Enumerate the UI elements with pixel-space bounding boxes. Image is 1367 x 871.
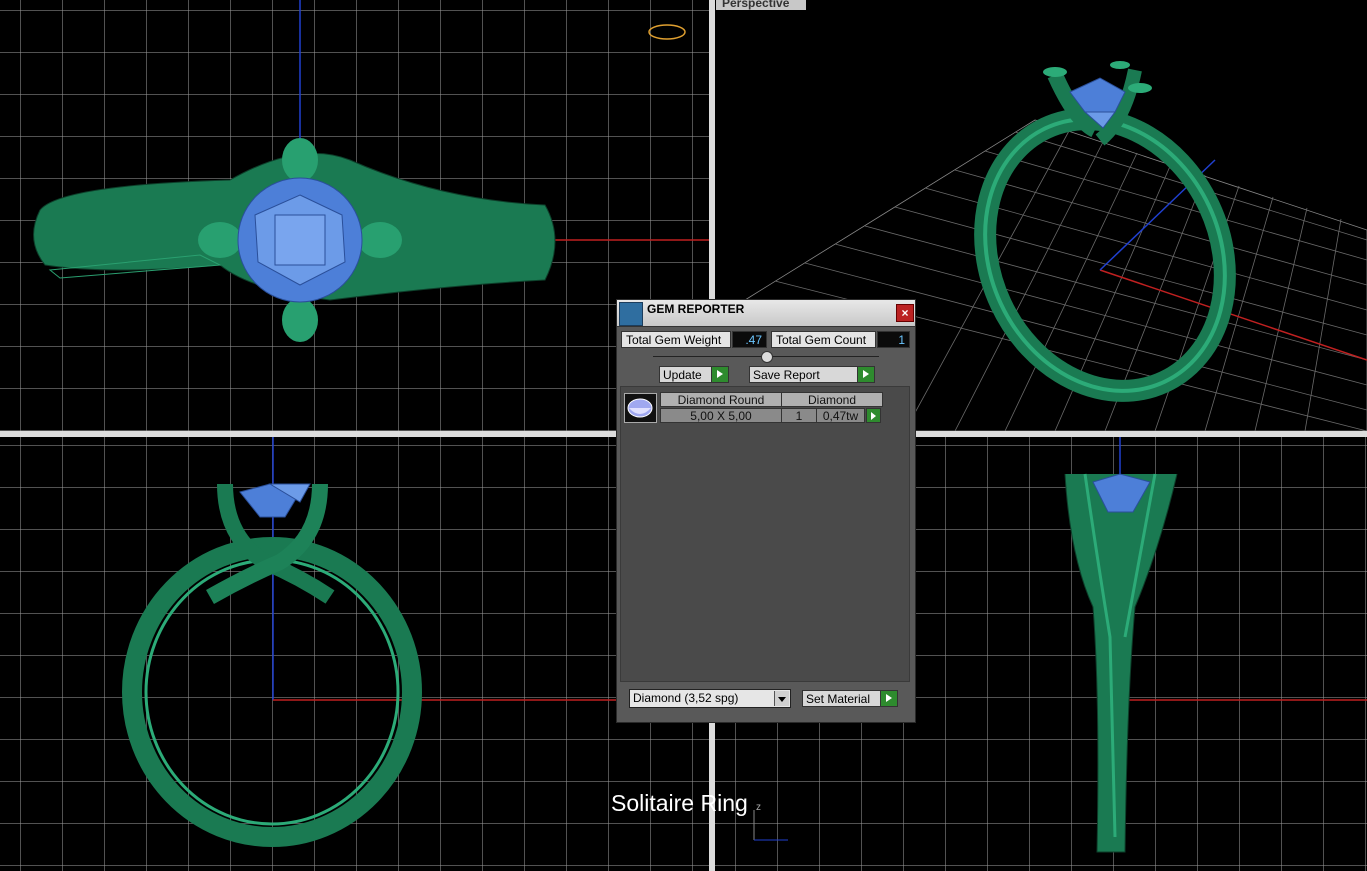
front-view-render	[122, 437, 709, 847]
gem-reporter-dialog: GEM REPORTER × Total Gem Weight .47 Tota…	[616, 299, 916, 723]
dialog-title: GEM REPORTER	[647, 302, 745, 316]
save-report-label: Save Report	[753, 368, 820, 382]
gem-row-action-button[interactable]	[866, 408, 881, 423]
set-material-button[interactable]: Set Material	[802, 690, 898, 707]
save-report-button[interactable]: Save Report	[749, 366, 875, 383]
gem-thumbnail-icon[interactable]	[624, 393, 657, 423]
total-gem-count-label: Total Gem Count	[771, 331, 876, 348]
gem-size-cell: 5,00 X 5,00	[660, 408, 782, 423]
material-select[interactable]: Diamond (3,52 spg)	[629, 689, 791, 708]
play-arrow-icon	[857, 367, 874, 382]
gem-count-cell: 1	[781, 408, 817, 423]
axis-z-label: z	[756, 802, 761, 813]
chevron-down-icon[interactable]	[774, 691, 789, 706]
play-arrow-icon	[880, 691, 897, 706]
update-button[interactable]: Update	[659, 366, 729, 383]
front-viewport[interactable]	[0, 437, 709, 871]
total-gem-count-value: 1	[877, 331, 910, 348]
total-gem-weight-value: .47	[732, 331, 767, 348]
set-material-label: Set Material	[806, 692, 871, 706]
material-select-value: Diamond (3,52 spg)	[633, 691, 739, 705]
dialog-titlebar[interactable]: GEM REPORTER ×	[617, 300, 915, 327]
column-header-material: Diamond	[781, 392, 883, 407]
play-arrow-icon	[711, 367, 728, 382]
total-gem-weight-label: Total Gem Weight	[621, 331, 731, 348]
update-button-label: Update	[663, 368, 702, 382]
gem-reporter-app-icon	[619, 302, 643, 326]
column-header-shape: Diamond Round	[660, 392, 782, 407]
close-button[interactable]: ×	[896, 304, 914, 322]
gem-weight-cell: 0,47tw	[816, 408, 865, 423]
top-view-render	[33, 0, 709, 342]
model-caption: Solitaire Ring	[611, 790, 748, 816]
splitter-handle[interactable]	[761, 351, 773, 363]
gem-list	[620, 386, 910, 682]
perspective-tab[interactable]: Perspective	[716, 0, 806, 10]
axis-tripod-icon: z	[753, 802, 788, 841]
top-viewport[interactable]	[0, 0, 709, 431]
